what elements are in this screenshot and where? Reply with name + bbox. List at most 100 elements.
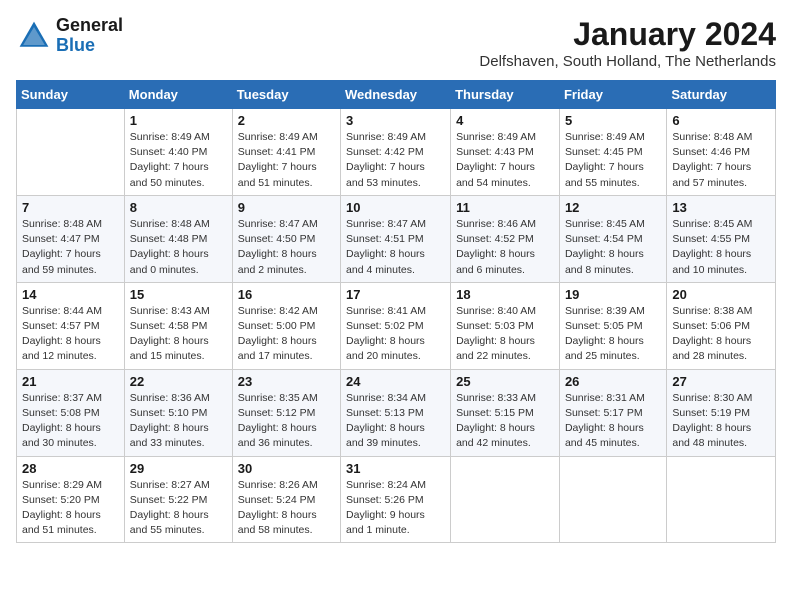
day-info: Sunrise: 8:49 AMSunset: 4:45 PMDaylight:… — [565, 130, 661, 191]
calendar-cell: 22 Sunrise: 8:36 AMSunset: 5:10 PMDayligh… — [124, 369, 232, 456]
weekday-header-monday: Monday — [124, 81, 232, 109]
day-info: Sunrise: 8:46 AMSunset: 4:52 PMDaylight:… — [456, 217, 554, 278]
day-number: 28 — [22, 461, 119, 476]
day-number: 3 — [346, 113, 445, 128]
month-title: January 2024 — [479, 16, 776, 53]
day-info: Sunrise: 8:26 AMSunset: 5:24 PMDaylight:… — [238, 478, 335, 539]
day-info: Sunrise: 8:33 AMSunset: 5:15 PMDaylight:… — [456, 391, 554, 452]
calendar-cell: 4Sunrise: 8:49 AMSunset: 4:43 PMDaylight… — [451, 109, 560, 196]
calendar-cell: 8 Sunrise: 8:48 AMSunset: 4:48 PMDaylight… — [124, 195, 232, 282]
day-number: 18 — [456, 287, 554, 302]
day-number: 5 — [565, 113, 661, 128]
day-number: 15 — [130, 287, 227, 302]
calendar-cell: 29 Sunrise: 8:27 AMSunset: 5:22 PMDayligh… — [124, 456, 232, 543]
location-title: Delfshaven, South Holland, The Netherlan… — [479, 53, 776, 70]
calendar-cell — [17, 109, 125, 196]
calendar-cell: 30Sunrise: 8:26 AMSunset: 5:24 PMDayligh… — [232, 456, 340, 543]
weekday-header-friday: Friday — [559, 81, 666, 109]
day-info: Sunrise: 8:49 AMSunset: 4:40 PMDaylight:… — [130, 130, 227, 191]
calendar-cell: 24Sunrise: 8:34 AMSunset: 5:13 PMDayligh… — [341, 369, 451, 456]
logo: General Blue — [16, 16, 123, 56]
day-number: 29 — [130, 461, 227, 476]
calendar-cell: 12 Sunrise: 8:45 AMSunset: 4:54 PMDayligh… — [559, 195, 666, 282]
calendar-cell: 1 Sunrise: 8:49 AMSunset: 4:40 PMDaylight… — [124, 109, 232, 196]
calendar-cell: 11 Sunrise: 8:46 AMSunset: 4:52 PMDayligh… — [451, 195, 560, 282]
calendar-cell: 5 Sunrise: 8:49 AMSunset: 4:45 PMDaylight… — [559, 109, 666, 196]
day-info: Sunrise: 8:48 AMSunset: 4:46 PMDaylight:… — [672, 130, 770, 191]
weekday-row: SundayMondayTuesdayWednesdayThursdayFrid… — [17, 81, 776, 109]
day-info: Sunrise: 8:48 AMSunset: 4:48 PMDaylight:… — [130, 217, 227, 278]
day-number: 17 — [346, 287, 445, 302]
day-info: Sunrise: 8:27 AMSunset: 5:22 PMDaylight:… — [130, 478, 227, 539]
calendar-cell: 7 Sunrise: 8:48 AMSunset: 4:47 PMDaylight… — [17, 195, 125, 282]
day-info: Sunrise: 8:38 AMSunset: 5:06 PMDaylight:… — [672, 304, 770, 365]
day-number: 26 — [565, 374, 661, 389]
day-info: Sunrise: 8:35 AMSunset: 5:12 PMDaylight:… — [238, 391, 335, 452]
day-info: Sunrise: 8:24 AMSunset: 5:26 PMDaylight:… — [346, 478, 445, 539]
logo-line1: General — [56, 16, 123, 36]
calendar-cell: 18 Sunrise: 8:40 AMSunset: 5:03 PMDayligh… — [451, 282, 560, 369]
day-number: 12 — [565, 200, 661, 215]
calendar-cell: 13Sunrise: 8:45 AMSunset: 4:55 PMDayligh… — [667, 195, 776, 282]
calendar-cell: 3Sunrise: 8:49 AMSunset: 4:42 PMDaylight… — [341, 109, 451, 196]
calendar-table: SundayMondayTuesdayWednesdayThursdayFrid… — [16, 80, 776, 543]
calendar-cell: 9Sunrise: 8:47 AMSunset: 4:50 PMDaylight… — [232, 195, 340, 282]
weekday-header-sunday: Sunday — [17, 81, 125, 109]
weekday-header-tuesday: Tuesday — [232, 81, 340, 109]
day-info: Sunrise: 8:42 AMSunset: 5:00 PMDaylight:… — [238, 304, 335, 365]
calendar-cell: 20 Sunrise: 8:38 AMSunset: 5:06 PMDayligh… — [667, 282, 776, 369]
calendar-body: 1 Sunrise: 8:49 AMSunset: 4:40 PMDaylight… — [17, 109, 776, 543]
day-number: 7 — [22, 200, 119, 215]
calendar-cell: 23 Sunrise: 8:35 AMSunset: 5:12 PMDayligh… — [232, 369, 340, 456]
page-header: General Blue January 2024 Delfshaven, So… — [16, 16, 776, 70]
calendar-cell: 14 Sunrise: 8:44 AMSunset: 4:57 PMDayligh… — [17, 282, 125, 369]
day-number: 11 — [456, 200, 554, 215]
logo-icon — [16, 18, 52, 54]
calendar-cell: 10Sunrise: 8:47 AMSunset: 4:51 PMDayligh… — [341, 195, 451, 282]
day-number: 27 — [672, 374, 770, 389]
weekday-header-saturday: Saturday — [667, 81, 776, 109]
calendar-cell: 28 Sunrise: 8:29 AMSunset: 5:20 PMDayligh… — [17, 456, 125, 543]
week-row-2: 7 Sunrise: 8:48 AMSunset: 4:47 PMDaylight… — [17, 195, 776, 282]
day-info: Sunrise: 8:44 AMSunset: 4:57 PMDaylight:… — [22, 304, 119, 365]
day-info: Sunrise: 8:45 AMSunset: 4:54 PMDaylight:… — [565, 217, 661, 278]
day-number: 2 — [238, 113, 335, 128]
day-info: Sunrise: 8:48 AMSunset: 4:47 PMDaylight:… — [22, 217, 119, 278]
calendar-cell: 31Sunrise: 8:24 AMSunset: 5:26 PMDayligh… — [341, 456, 451, 543]
calendar-cell: 16 Sunrise: 8:42 AMSunset: 5:00 PMDayligh… — [232, 282, 340, 369]
calendar-cell — [451, 456, 560, 543]
day-info: Sunrise: 8:36 AMSunset: 5:10 PMDaylight:… — [130, 391, 227, 452]
day-number: 9 — [238, 200, 335, 215]
title-block: January 2024 Delfshaven, South Holland, … — [479, 16, 776, 70]
week-row-5: 28 Sunrise: 8:29 AMSunset: 5:20 PMDayligh… — [17, 456, 776, 543]
calendar-cell: 26Sunrise: 8:31 AMSunset: 5:17 PMDayligh… — [559, 369, 666, 456]
calendar-cell: 15Sunrise: 8:43 AMSunset: 4:58 PMDayligh… — [124, 282, 232, 369]
day-number: 22 — [130, 374, 227, 389]
day-info: Sunrise: 8:45 AMSunset: 4:55 PMDaylight:… — [672, 217, 770, 278]
day-number: 23 — [238, 374, 335, 389]
day-number: 16 — [238, 287, 335, 302]
calendar-cell: 6Sunrise: 8:48 AMSunset: 4:46 PMDaylight… — [667, 109, 776, 196]
day-info: Sunrise: 8:47 AMSunset: 4:51 PMDaylight:… — [346, 217, 445, 278]
calendar-cell — [559, 456, 666, 543]
day-number: 1 — [130, 113, 227, 128]
day-info: Sunrise: 8:40 AMSunset: 5:03 PMDaylight:… — [456, 304, 554, 365]
calendar-cell: 17 Sunrise: 8:41 AMSunset: 5:02 PMDayligh… — [341, 282, 451, 369]
calendar-cell: 27Sunrise: 8:30 AMSunset: 5:19 PMDayligh… — [667, 369, 776, 456]
weekday-header-wednesday: Wednesday — [341, 81, 451, 109]
calendar-header: SundayMondayTuesdayWednesdayThursdayFrid… — [17, 81, 776, 109]
logo-line2: Blue — [56, 36, 123, 56]
day-info: Sunrise: 8:29 AMSunset: 5:20 PMDaylight:… — [22, 478, 119, 539]
day-number: 20 — [672, 287, 770, 302]
week-row-1: 1 Sunrise: 8:49 AMSunset: 4:40 PMDaylight… — [17, 109, 776, 196]
day-number: 25 — [456, 374, 554, 389]
day-info: Sunrise: 8:41 AMSunset: 5:02 PMDaylight:… — [346, 304, 445, 365]
week-row-4: 21Sunrise: 8:37 AMSunset: 5:08 PMDayligh… — [17, 369, 776, 456]
calendar-cell: 25 Sunrise: 8:33 AMSunset: 5:15 PMDayligh… — [451, 369, 560, 456]
day-number: 14 — [22, 287, 119, 302]
weekday-header-thursday: Thursday — [451, 81, 560, 109]
day-number: 8 — [130, 200, 227, 215]
day-number: 4 — [456, 113, 554, 128]
calendar-cell: 2Sunrise: 8:49 AMSunset: 4:41 PMDaylight… — [232, 109, 340, 196]
day-number: 19 — [565, 287, 661, 302]
